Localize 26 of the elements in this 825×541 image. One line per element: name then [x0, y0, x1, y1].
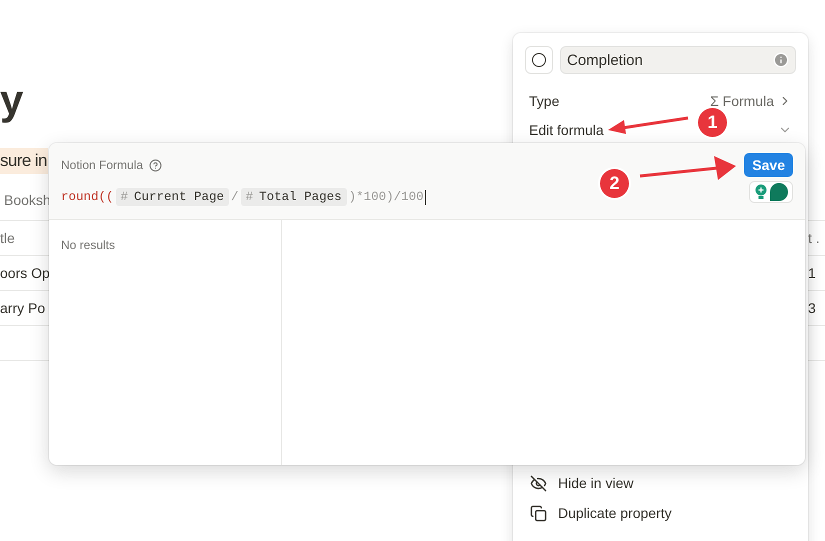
- type-selector[interactable]: Σ Formula: [710, 92, 792, 108]
- row-label: Type: [529, 92, 560, 108]
- menu-item[interactable]: Duplicate property: [525, 500, 677, 526]
- step-badge: 2: [600, 169, 629, 198]
- page-title: y: [0, 75, 24, 125]
- step-badge: 1: [698, 108, 727, 137]
- no-results-text: No results: [61, 238, 116, 252]
- copy-icon: [530, 504, 547, 522]
- help-icon[interactable]: [149, 158, 162, 172]
- info-icon[interactable]: [773, 52, 789, 68]
- property-icon-button[interactable]: [525, 46, 553, 74]
- table-cell-text: 1: [808, 265, 817, 281]
- column-header: t .: [808, 230, 821, 246]
- save-button[interactable]: Save: [744, 153, 793, 177]
- row-label[interactable]: Edit formula: [529, 122, 604, 138]
- table-cell-text: 3: [808, 300, 817, 316]
- property-name-field[interactable]: Completion: [560, 46, 796, 74]
- formula-input[interactable]: round(( # Current Page / # Total Pages )*100)/100: [61, 188, 426, 206]
- assistant-icon[interactable]: [749, 181, 793, 203]
- column-header: tle: [0, 230, 15, 246]
- eye-off-icon: [530, 474, 547, 492]
- dialog-title: Notion Formula: [61, 158, 144, 172]
- highlighted-text: sure in: [0, 148, 48, 174]
- table-cell: oors Op: [0, 265, 50, 281]
- table-cell: arry Po: [0, 300, 46, 316]
- menu-item[interactable]: Hide in view: [525, 470, 677, 496]
